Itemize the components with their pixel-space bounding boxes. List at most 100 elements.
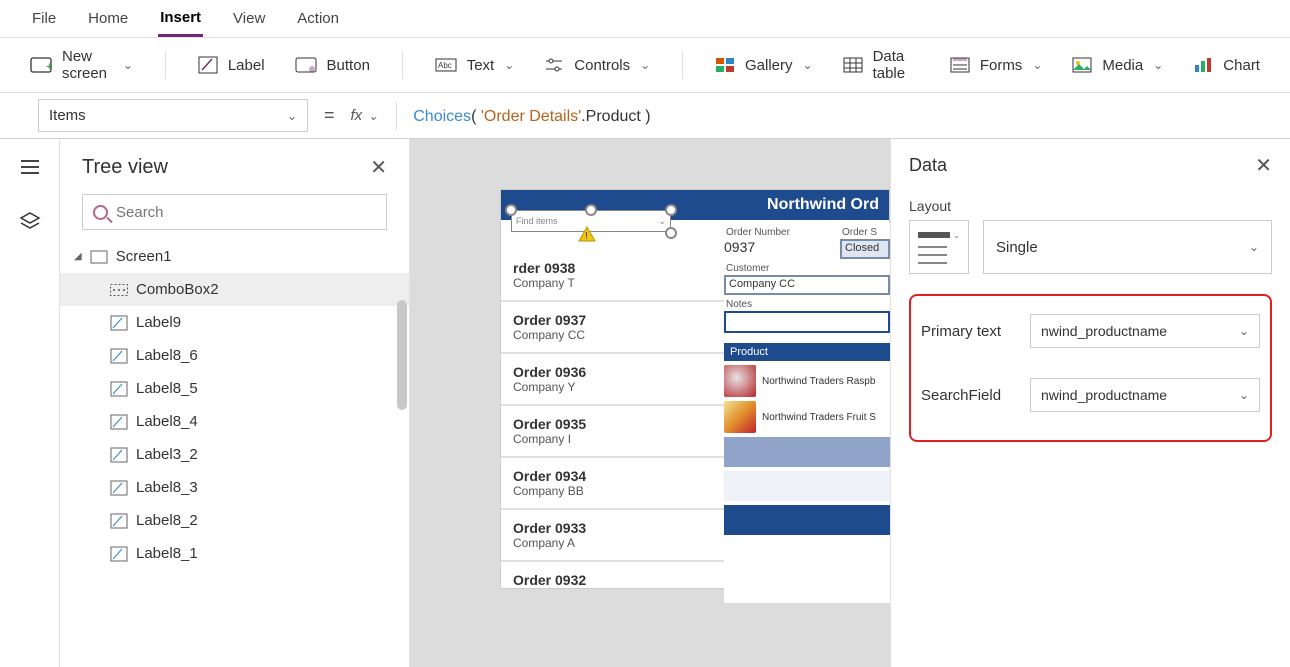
- primary-text-value: nwind_productname: [1041, 323, 1167, 339]
- layout-label: Layout: [909, 198, 1272, 214]
- menu-home[interactable]: Home: [86, 2, 130, 35]
- product-row[interactable]: Northwind Traders Fruit S: [724, 401, 890, 433]
- layout-value: Single: [996, 239, 1038, 256]
- product-row[interactable]: Northwind Traders Raspb: [724, 365, 890, 397]
- selection-handle[interactable]: [505, 204, 517, 216]
- tree-item-label8-2[interactable]: Label8_2: [60, 504, 409, 537]
- tree-item-label3-2[interactable]: Label3_2: [60, 438, 409, 471]
- controls-button[interactable]: Controls ⌄: [544, 57, 650, 74]
- formula-string: Order Details: [484, 108, 578, 125]
- tree-search[interactable]: [82, 194, 387, 230]
- tree-item-label: Label8_2: [136, 512, 198, 529]
- tree-view-title: Tree view: [82, 156, 168, 179]
- primary-text-select[interactable]: nwind_productname ⌄: [1030, 314, 1260, 348]
- formula-input[interactable]: Choices( 'Order Details'.Product ): [413, 106, 1290, 126]
- tree-item-combobox2[interactable]: ComboBox2: [60, 273, 409, 306]
- design-canvas[interactable]: Northwind Ord Find items ⌄ ! rder 0938Co…: [410, 139, 1290, 667]
- hamburger-button[interactable]: [14, 151, 46, 183]
- menu-insert[interactable]: Insert: [158, 1, 203, 37]
- label-icon: [110, 513, 128, 529]
- chevron-down-icon: ⌄: [1249, 240, 1259, 254]
- data-table-label: Data table: [873, 48, 920, 82]
- equals-sign: =: [324, 105, 335, 126]
- selection-handle[interactable]: [665, 204, 677, 216]
- tree-item-label8-4[interactable]: Label8_4: [60, 405, 409, 438]
- order-detail-panel: Order Number 0937 Order S Closed Custome…: [724, 223, 890, 603]
- fx-button[interactable]: fx ⌄: [351, 107, 379, 124]
- menu-action[interactable]: Action: [295, 2, 341, 35]
- selection-handle[interactable]: [665, 227, 677, 239]
- tree-item-label8-6[interactable]: Label8_6: [60, 339, 409, 372]
- tree-item-label9[interactable]: Label9: [60, 306, 409, 339]
- tree-item-label: Label8_4: [136, 413, 198, 430]
- data-panel-title: Data: [909, 155, 947, 176]
- search-field-select[interactable]: nwind_productname ⌄: [1030, 378, 1260, 412]
- gallery-button[interactable]: Gallery ⌄: [715, 57, 813, 74]
- data-table-button[interactable]: Data table: [843, 48, 920, 82]
- search-field-label: SearchField: [921, 387, 1001, 404]
- media-label: Media: [1102, 57, 1143, 74]
- button-label: Button: [327, 57, 370, 74]
- search-input[interactable]: [116, 204, 376, 221]
- close-icon[interactable]: ✕: [1255, 153, 1272, 178]
- menu-view[interactable]: View: [231, 2, 267, 35]
- button-button[interactable]: Button: [295, 57, 370, 74]
- layers-button[interactable]: [14, 205, 46, 237]
- tree-item-label: ComboBox2: [136, 281, 219, 298]
- product-header: Product: [724, 343, 890, 361]
- media-button[interactable]: Media ⌄: [1072, 57, 1163, 74]
- forms-button[interactable]: Forms ⌄: [950, 57, 1043, 74]
- scrollbar-thumb[interactable]: [397, 300, 407, 410]
- label-icon: [110, 546, 128, 562]
- notes-label: Notes: [726, 299, 890, 310]
- tree-item-label8-3[interactable]: Label8_3: [60, 471, 409, 504]
- chart-button[interactable]: Chart: [1193, 57, 1260, 74]
- tree-view-panel: Tree view ✕ ◢ Screen1 ComboBox2 Label9: [60, 139, 410, 667]
- highlighted-section: Primary text nwind_productname ⌄ SearchF…: [909, 294, 1272, 442]
- controls-label: Controls: [574, 57, 630, 74]
- chevron-down-icon: ⌄: [1239, 388, 1249, 402]
- tree-item-label8-1[interactable]: Label8_1: [60, 537, 409, 570]
- gallery-icon: [715, 57, 735, 73]
- order-status-dropdown[interactable]: Closed: [840, 239, 890, 259]
- toolbar-separator: [402, 51, 403, 79]
- chevron-down-icon: ⌄: [123, 58, 133, 72]
- product-image: [724, 401, 756, 433]
- text-button[interactable]: Abc Text ⌄: [435, 57, 515, 74]
- product-image: [724, 365, 756, 397]
- property-selector[interactable]: Items ⌄: [38, 99, 308, 132]
- controls-icon: [544, 57, 564, 73]
- gallery-label: Gallery: [745, 57, 793, 74]
- tree-list: ◢ Screen1 ComboBox2 Label9 Label8_6 Labe…: [60, 240, 409, 570]
- label-button[interactable]: Label: [198, 56, 265, 74]
- selection-handle[interactable]: [585, 204, 597, 216]
- chevron-down-icon: ⌄: [368, 109, 378, 123]
- svg-text:Abc: Abc: [438, 61, 452, 70]
- chevron-down-icon: ⌄: [287, 109, 297, 123]
- label-icon: [110, 381, 128, 397]
- primary-text-label: Primary text: [921, 323, 1001, 340]
- chevron-down-icon: ⌄: [1153, 58, 1163, 72]
- chevron-down-icon: ⌄: [658, 216, 666, 227]
- new-screen-button[interactable]: + New screen ⌄: [30, 48, 133, 82]
- chevron-down-icon: ⌄: [640, 58, 650, 72]
- label-label: Label: [228, 57, 265, 74]
- formula-open: (: [471, 108, 481, 125]
- chevron-down-icon: ⌄: [504, 58, 514, 72]
- layout-select[interactable]: Single ⌄: [983, 220, 1272, 274]
- label-icon: [110, 480, 128, 496]
- label-icon: [110, 348, 128, 364]
- tree-item-label: Label8_6: [136, 347, 198, 364]
- tree-item-screen1[interactable]: ◢ Screen1: [60, 240, 409, 273]
- app-title: Northwind Ord: [767, 196, 879, 214]
- close-icon[interactable]: ✕: [370, 155, 387, 180]
- customer-dropdown[interactable]: Company CC: [724, 275, 890, 295]
- notes-input[interactable]: [724, 311, 890, 333]
- search-icon: [93, 205, 108, 220]
- tree-item-label8-5[interactable]: Label8_5: [60, 372, 409, 405]
- expand-icon[interactable]: ◢: [74, 251, 82, 262]
- product-name: Northwind Traders Raspb: [762, 376, 875, 387]
- layout-thumbnail[interactable]: ⌄: [909, 220, 969, 274]
- svg-text:!: !: [585, 231, 588, 242]
- menu-file[interactable]: File: [30, 2, 58, 35]
